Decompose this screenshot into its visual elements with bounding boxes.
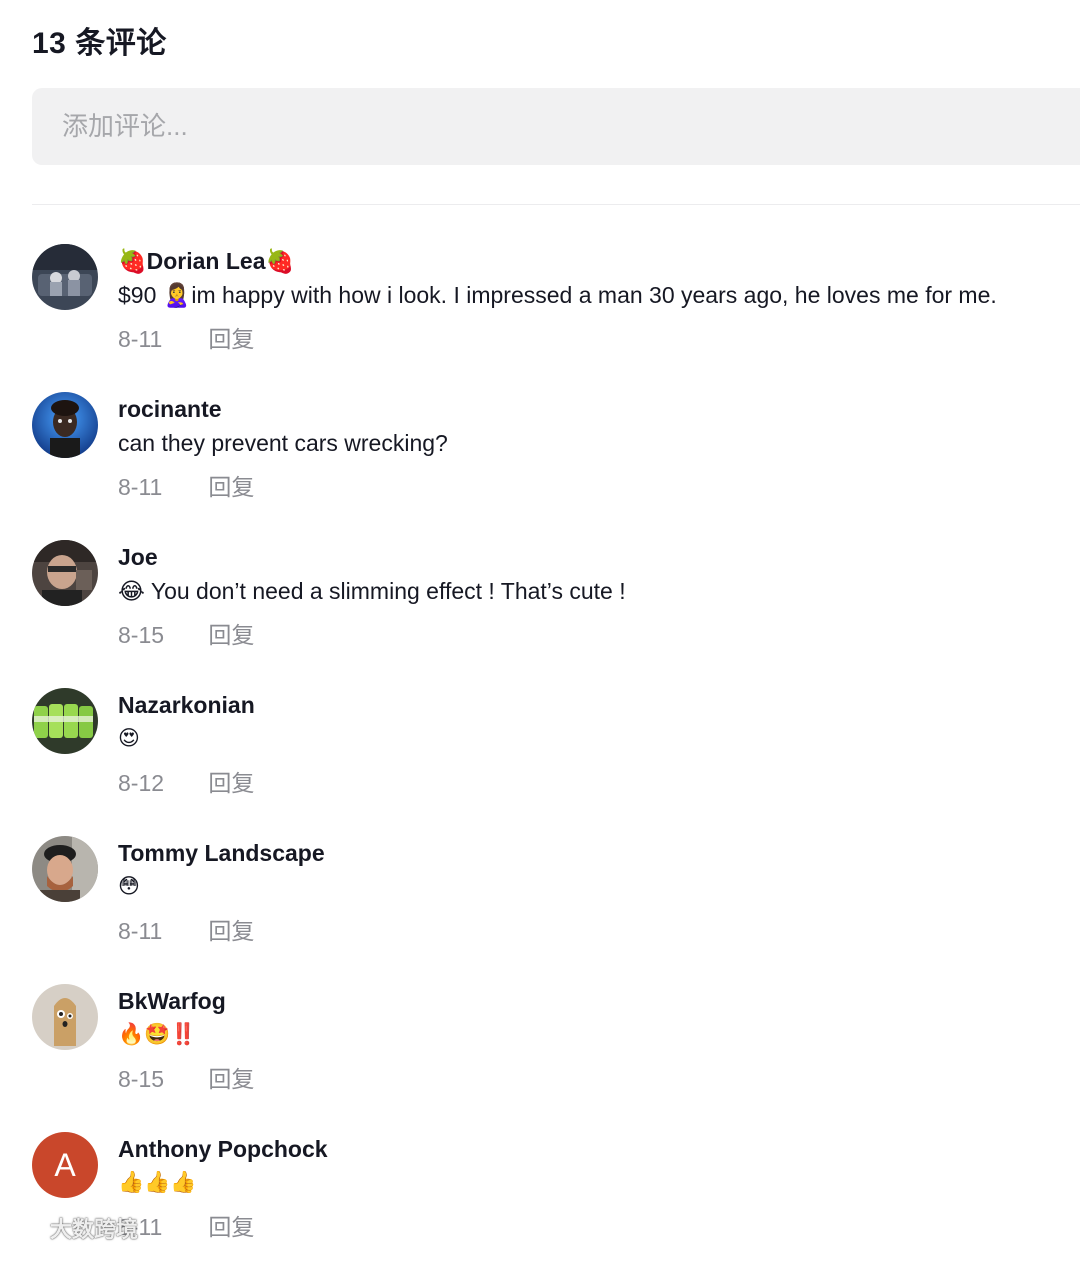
comment-meta: 8-15 回复 (118, 1060, 254, 1094)
comment-meta: 8-15 回复 (118, 616, 254, 650)
reply-button[interactable]: 回复 (208, 616, 254, 650)
comment-date: 8-15 (118, 622, 165, 648)
reply-button[interactable]: 回复 (208, 1208, 254, 1242)
comment-text: 😂 You don’t need a slimming effect ! Tha… (118, 578, 626, 604)
reply-button[interactable]: 回复 (208, 764, 254, 798)
comment-input-box[interactable] (32, 88, 1080, 165)
comment-date: 8-15 (118, 1066, 165, 1092)
comment-text: $90 🙎‍♀️im happy with how i look. I impr… (118, 282, 997, 308)
comment-item: Nazarkonian 😍 8-12 回复 (32, 688, 1072, 818)
reply-button[interactable]: 回复 (208, 1060, 254, 1094)
comment-meta: 8-11 回复 (118, 912, 254, 946)
comment-text: can they prevent cars wrecking? (118, 430, 448, 456)
comment-item: Tommy Landscape 😳 8-11 回复 (32, 836, 1072, 966)
comment-author[interactable]: Joe (118, 544, 158, 571)
comment-item: BkWarfog 🔥🤩‼️ 8-15 回复 (32, 984, 1072, 1114)
comment-text: 🔥🤩‼️ (118, 1022, 197, 1046)
comment-author[interactable]: Nazarkonian (118, 692, 255, 719)
avatar[interactable] (32, 392, 98, 458)
comment-date: 8-11 (118, 474, 163, 500)
comment-date: 8-11 (118, 326, 163, 352)
avatar[interactable]: A (32, 1132, 98, 1198)
comment-meta: 8-11 回复 (118, 1208, 254, 1242)
divider (32, 204, 1080, 205)
avatar[interactable] (32, 244, 98, 310)
comment-text: 😳 (118, 874, 140, 898)
comment-date: 8-12 (118, 770, 165, 796)
avatar[interactable] (32, 984, 98, 1050)
comment-author[interactable]: BkWarfog (118, 988, 226, 1015)
comment-meta: 8-12 回复 (118, 764, 254, 798)
watermark: 大数跨境 (8, 1212, 138, 1244)
avatar[interactable] (32, 688, 98, 754)
watermark-logo-icon (10, 1219, 46, 1236)
comments-count-title: 13 条评论 (32, 27, 167, 60)
avatar[interactable] (32, 540, 98, 606)
comment-meta: 8-11 回复 (118, 320, 254, 354)
comment-item: A Anthony Popchock 👍👍👍 8-11 回复 (32, 1132, 1072, 1262)
reply-button[interactable]: 回复 (208, 468, 254, 502)
comment-author[interactable]: 🍓Dorian Lea🍓 (118, 248, 294, 275)
comment-author[interactable]: Anthony Popchock (118, 1136, 328, 1163)
avatar-letter: A (54, 1147, 76, 1183)
comment-author[interactable]: Tommy Landscape (118, 840, 325, 867)
watermark-text: 大数跨境 (50, 1217, 139, 1242)
comment-text: 👍👍👍 (118, 1170, 197, 1194)
comment-text: 😍 (118, 726, 140, 750)
reply-button[interactable]: 回复 (208, 320, 254, 354)
comment-item: 🍓Dorian Lea🍓 $90 🙎‍♀️im happy with how i… (32, 244, 1072, 374)
comment-date: 8-11 (118, 918, 163, 944)
comment-author[interactable]: rocinante (118, 396, 222, 423)
comment-input[interactable] (60, 110, 964, 143)
comment-item: Joe 😂 You don’t need a slimming effect !… (32, 540, 1072, 670)
avatar[interactable] (32, 836, 98, 902)
comment-item: rocinante can they prevent cars wrecking… (32, 392, 1072, 522)
reply-button[interactable]: 回复 (208, 912, 254, 946)
comment-meta: 8-11 回复 (118, 468, 254, 502)
